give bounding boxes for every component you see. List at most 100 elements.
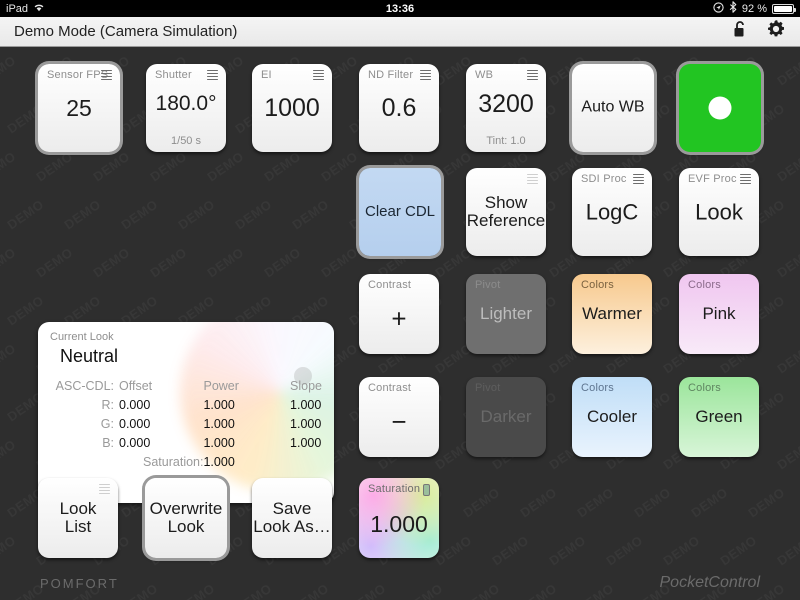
tile-sdi-proc[interactable]: SDI Proc LogC [572,168,652,256]
tile-label: WB [475,69,494,81]
tile-contrast-plus[interactable]: Contrast + [359,274,439,354]
hamburger-menu-icon[interactable] [313,70,324,80]
status-bar-right: 92 % [713,1,796,16]
tile-label: Shutter [155,69,192,81]
tile-nd-filter[interactable]: ND Filter 0.6 [359,64,439,152]
tile-clear-cdl[interactable]: Clear CDL [359,168,441,256]
cell-power: 1.000 [203,397,235,412]
cell-slope: 1.000 [290,397,322,412]
unlocked-padlock-icon[interactable] [733,20,748,43]
tile-show-reference[interactable]: Show Reference [466,168,546,256]
tile-value: Look [695,199,743,225]
tile-label: SDI Proc [581,173,627,185]
table-row: B: 0.000 1.000 1.000 [50,433,322,452]
hamburger-menu-icon[interactable] [740,174,751,184]
hamburger-menu-icon[interactable] [633,174,644,184]
saturation-label: Saturation: [143,454,204,469]
tile-sensor-fps[interactable]: Sensor FPS 25 [38,64,120,152]
hamburger-menu-icon[interactable] [101,70,112,80]
title-bar: Demo Mode (Camera Simulation) [0,17,800,47]
tile-label: Pivot [475,382,501,394]
tile-value: 1000 [264,93,320,122]
tile-label: Pivot [475,279,501,291]
main-screen: DEMODEMODEMODEMODEMODEMODEMODEMODEMODEMO… [0,47,800,600]
cell-slope: 1.000 [290,416,322,431]
tile-label: Colors [581,382,614,394]
battery-icon [772,3,796,14]
tile-value: Overwrite Look [149,499,223,536]
tile-value: 3200 [478,90,534,119]
battery-percent-label: 92 % [741,2,767,15]
tile-subvalue: Tint: 1.0 [486,135,526,147]
tile-value: − [391,406,407,437]
tile-evf-proc[interactable]: EVF Proc Look [679,168,759,256]
tile-pivot-lighter: Pivot Lighter [466,274,546,354]
current-look-caption: Current Look [50,331,114,343]
current-look-name: Neutral [60,346,119,366]
tile-shutter[interactable]: Shutter 180.0° 1/50 s [146,64,226,152]
tile-look-list[interactable]: Look List [38,478,118,558]
title-bar-actions [733,19,786,44]
bluetooth-icon [729,1,737,16]
hamburger-menu-icon[interactable] [99,484,110,494]
tile-label: Contrast [368,382,412,394]
tile-value: + [391,303,407,334]
table-row-saturation: Saturation: 1.000 [50,452,322,471]
tile-save-look-as[interactable]: Save Look As… [252,478,332,558]
tile-label: EI [261,69,272,81]
row-channel: G: [100,416,114,431]
record-dot-icon [708,96,732,120]
hamburger-menu-icon[interactable] [527,70,538,80]
tile-value: 0.6 [381,93,417,122]
column-header-power: Power [203,378,239,393]
slider-handle-icon[interactable] [423,484,430,496]
tile-pivot-darker: Pivot Darker [466,377,546,457]
tile-wb[interactable]: WB 3200 Tint: 1.0 [466,64,546,152]
tile-label: Colors [581,279,614,291]
tile-colors-pink[interactable]: Colors Pink [679,274,759,354]
app-name-logo: PocketControl [659,574,761,591]
cell-offset: 0.000 [119,416,151,431]
tile-overwrite-look[interactable]: Overwrite Look [145,478,227,558]
cell-power: 1.000 [203,435,235,450]
row-channel: R: [101,397,115,412]
cell-power: 1.000 [203,416,235,431]
table-row: R: 0.000 1.000 1.000 [50,395,322,414]
status-bar: iPad 13:36 92 % [0,0,800,17]
record-button[interactable] [679,64,761,152]
tile-contrast-minus[interactable]: Contrast − [359,377,439,457]
page-title: Demo Mode (Camera Simulation) [14,23,238,40]
tile-label: ND Filter [368,69,414,81]
asc-cdl-table: ASC-CDL: Offset Power Slope R: 0.000 1.0… [50,376,322,471]
tile-colors-green[interactable]: Colors Green [679,377,759,457]
tile-value: Darker [480,407,532,427]
asc-cdl-label: ASC-CDL: [55,378,114,393]
gear-icon[interactable] [766,19,786,44]
tile-value: 180.0° [155,92,217,116]
hamburger-menu-icon[interactable] [527,174,538,184]
tile-value: Look List [59,499,97,536]
location-icon [713,1,724,16]
tile-value: LogC [585,199,639,225]
tile-saturation[interactable]: Saturation 1.000 [359,478,439,558]
pomfort-logo: POMFORT [40,575,119,591]
cell-offset: 0.000 [119,435,151,450]
tile-ei[interactable]: EI 1000 [252,64,332,152]
tile-auto-wb[interactable]: Auto WB [572,64,654,152]
tile-label: Colors [688,382,721,394]
hamburger-menu-icon[interactable] [207,70,218,80]
tile-value: 1.000 [370,511,428,538]
tile-value: Save Look As… [253,499,331,536]
tile-colors-cooler[interactable]: Colors Cooler [572,377,652,457]
row-channel: B: [102,435,114,450]
tile-label: Saturation [368,483,421,495]
tile-colors-warmer[interactable]: Colors Warmer [572,274,652,354]
tile-value: Pink [702,304,736,324]
tile-label: Sensor FPS [47,69,109,81]
table-row: G: 0.000 1.000 1.000 [50,414,322,433]
tile-value: Show Reference [466,193,546,230]
hamburger-menu-icon[interactable] [420,70,431,80]
footer: POMFORT PocketControl [0,566,800,600]
tile-subvalue: 1/50 s [171,135,201,147]
saturation-value: 1.000 [203,454,235,469]
